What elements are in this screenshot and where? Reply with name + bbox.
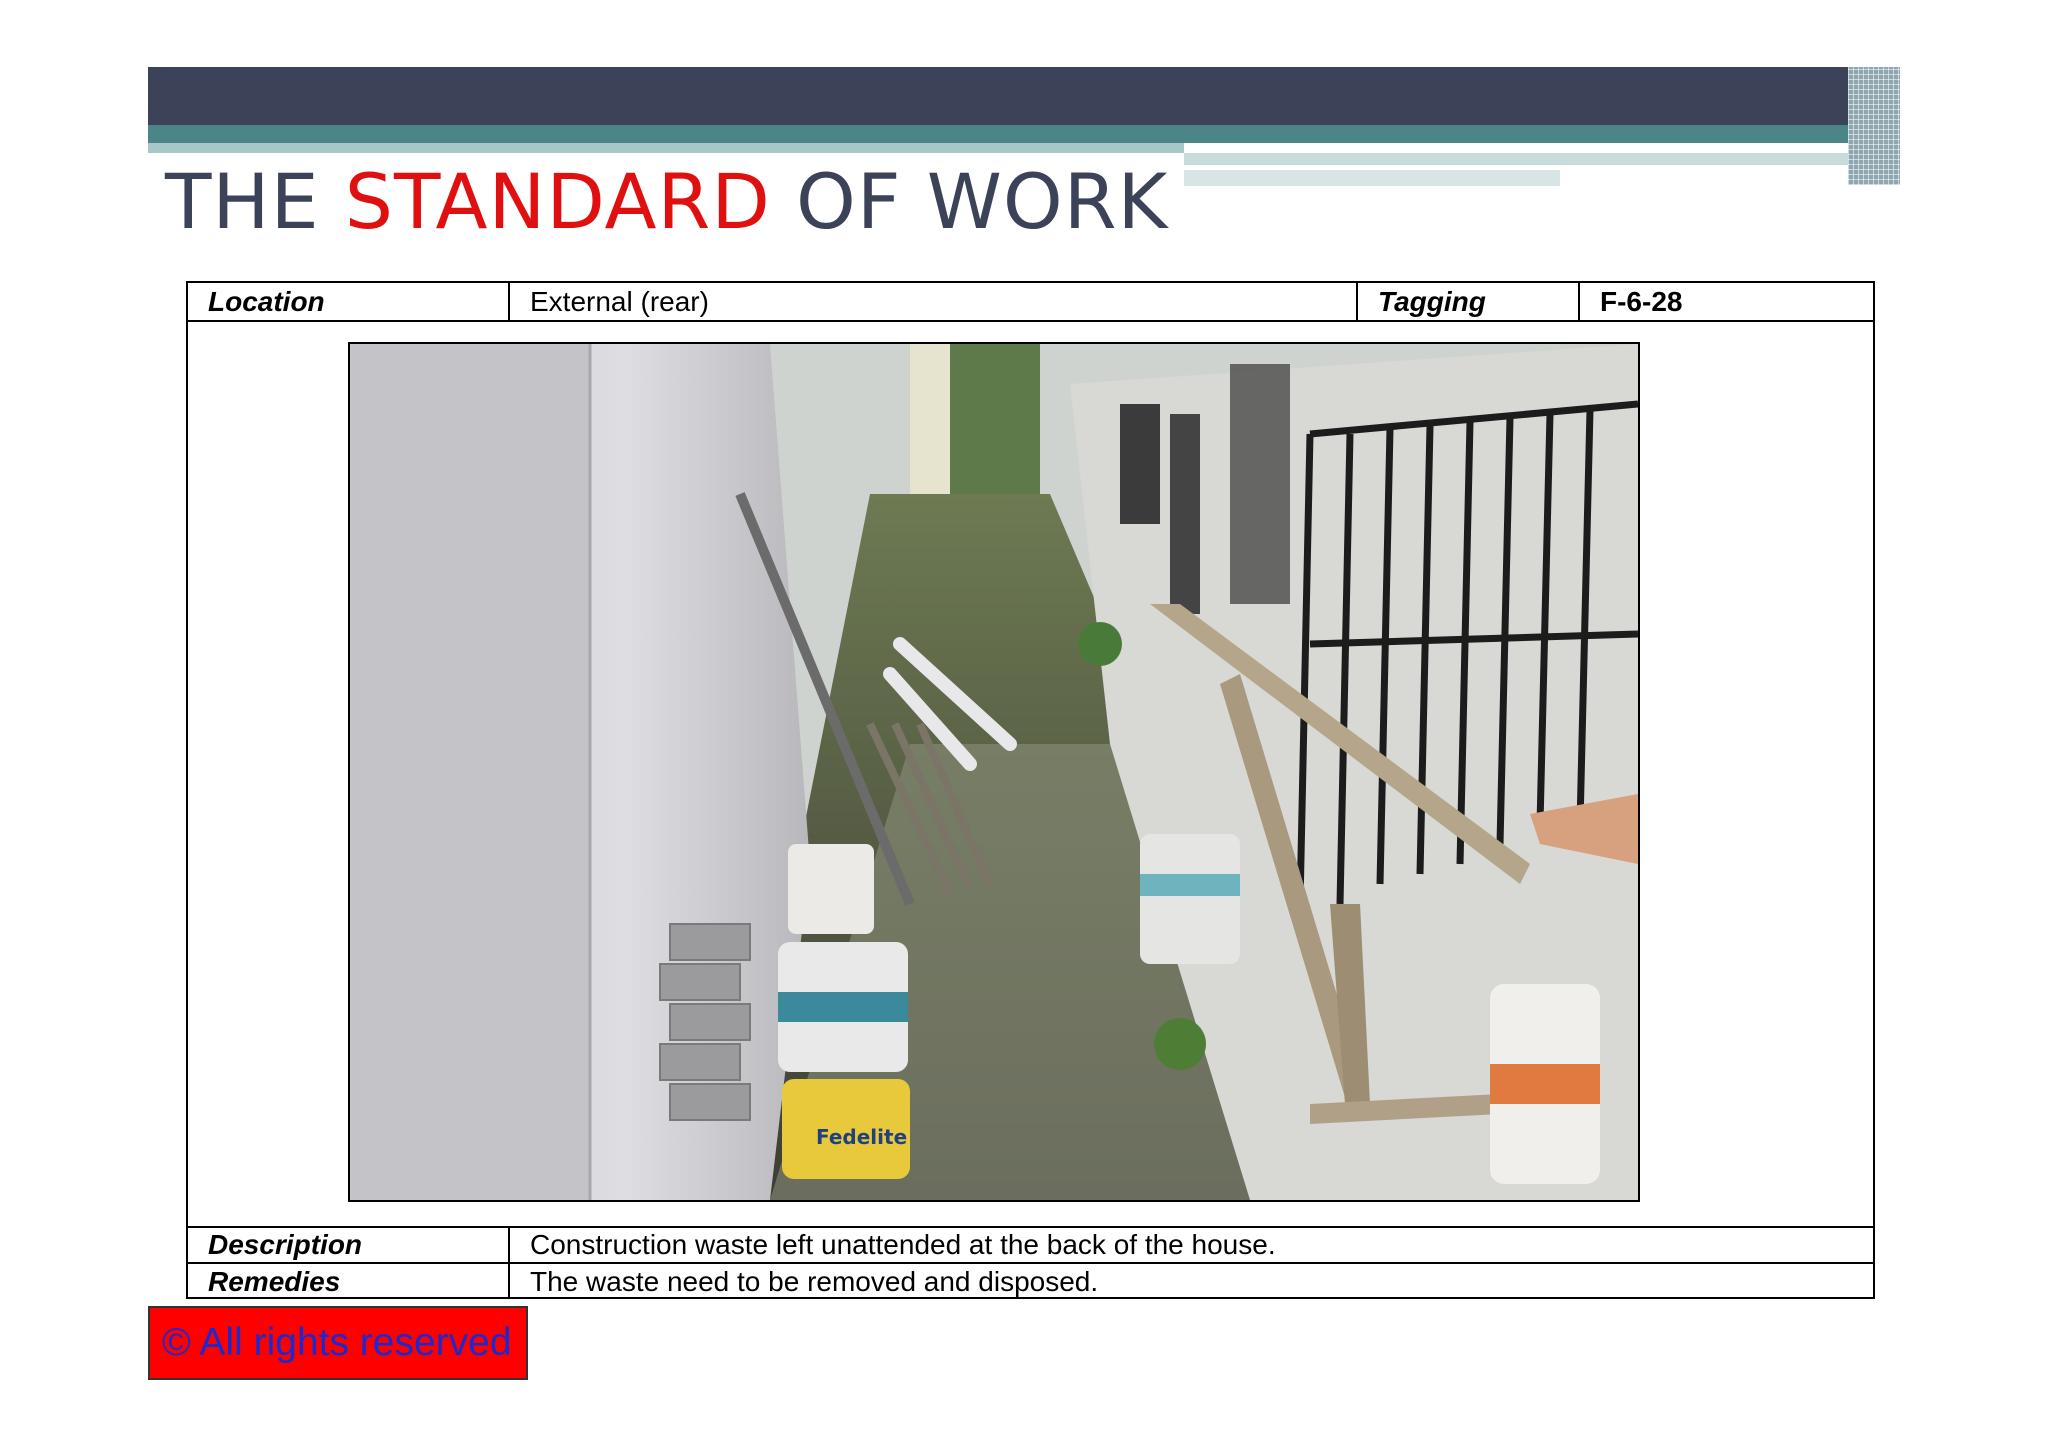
copyright-notice: © All rights reserved [148, 1306, 528, 1380]
description-value: Construction waste left unattended at th… [508, 1228, 1873, 1262]
tagging-label: Tagging [1356, 283, 1578, 320]
header-light-bar [148, 143, 1184, 153]
slide-title: THE STANDARD OF WORK [165, 160, 1168, 244]
table-row-remedies: Remedies The waste need to be removed an… [188, 1264, 1873, 1299]
title-part-1: THE [165, 157, 345, 246]
header-light-bar-2 [1184, 153, 1900, 165]
description-label: Description [208, 1229, 363, 1260]
remedies-value: The waste need to be removed and dispose… [508, 1264, 1873, 1299]
header-teal-bar [148, 125, 1900, 143]
header-grid-pattern [1848, 67, 1900, 185]
title-accent: STANDARD [344, 157, 771, 246]
remedies-label: Remedies [208, 1265, 341, 1297]
bucket-label: Fedelite [816, 1125, 907, 1149]
location-label: Location [208, 285, 325, 317]
title-part-2: OF WORK [770, 157, 1169, 246]
table-row-description: Description Construction waste left unat… [188, 1226, 1873, 1264]
table-row-location: Location External (rear) Tagging F-6-28 [188, 283, 1873, 322]
site-photo: Fedelite [348, 342, 1640, 1202]
header-light-bar-3 [1184, 170, 1560, 186]
header-dark-bar [148, 67, 1900, 125]
location-value: External (rear) [508, 283, 1356, 320]
tagging-value: F-6-28 [1578, 283, 1873, 320]
